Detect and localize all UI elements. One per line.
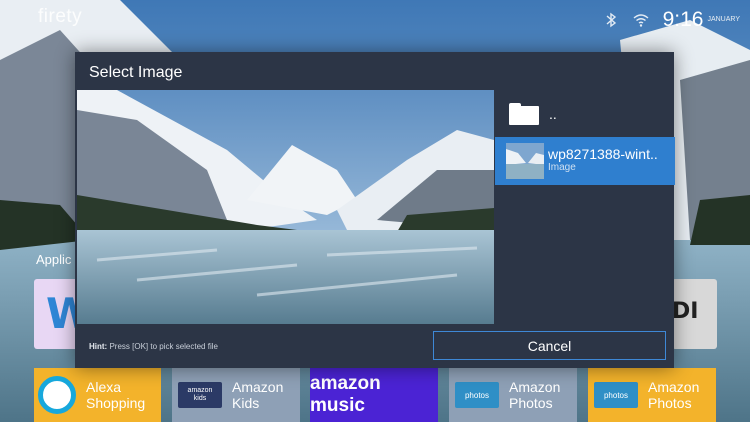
row-label: Applic [36,252,72,267]
amazon-music-logo: amazon music [310,373,381,416]
dialog-title: Select Image [89,64,183,81]
tile-label-line2: Photos [509,395,553,411]
app-tile-left[interactable]: W [34,279,78,349]
bluetooth-icon [606,12,616,28]
amazon-photos-icon: photos [594,382,638,408]
hint-message: Press [OK] to pick selected file [109,342,218,351]
clock-date: JANUARY [707,16,740,23]
tile-label-line1: Amazon [509,379,561,395]
app-tile-kodi[interactable]: DI [672,279,717,349]
app-tile-amazon-music[interactable]: amazon music [310,368,438,422]
select-image-dialog: Select Image .. wp8271388-wint.. Image H… [75,52,675,368]
app-tile-alexa-shopping[interactable]: Alexa Shopping [34,368,161,422]
app-row: Alexa Shopping amazon kids Amazon Kids a… [0,368,750,422]
status-bar: 9:16 JANUARY [603,0,750,40]
folder-icon [509,103,539,125]
kids-badge-top: amazon [187,387,213,394]
tile-label-line2: Photos [648,395,692,411]
cancel-button[interactable]: Cancel [433,331,666,360]
kids-badge-bottom: kids [193,395,207,402]
wifi-icon [633,14,649,27]
amazon-photos-icon: photos [455,382,499,408]
image-thumbnail [506,143,544,179]
file-list: .. wp8271388-wint.. Image [495,90,675,324]
amazon-kids-icon: amazon kids [178,382,222,408]
app-tile-left-logo: W [46,289,78,338]
parent-directory-label: .. [549,106,557,122]
file-item-selected[interactable]: wp8271388-wint.. Image [495,137,675,185]
parent-directory-item[interactable]: .. [495,90,675,138]
file-name: wp8271388-wint.. [548,147,658,162]
hint-label: Hint: [89,342,108,351]
file-type: Image [548,162,576,173]
tile-label-line2: Shopping [86,395,146,411]
app-tile-kodi-logo: DI [672,299,699,324]
tile-label-line2: Kids [232,395,260,411]
app-logo: firety [38,6,83,27]
alexa-icon [38,376,76,414]
tile-label-line1: Amazon [232,379,284,395]
photos-badge-text: photos [464,390,490,400]
app-tile-amazon-kids[interactable]: amazon kids Amazon Kids [172,368,300,422]
hint-text: Hint: Press [OK] to pick selected file [89,342,218,351]
image-preview [77,90,494,324]
tile-label-line1: Amazon [648,379,700,395]
clock-time: 9:16 [662,8,704,31]
app-tile-amazon-photos[interactable]: photos Amazon Photos [449,368,577,422]
photos-badge-text: photos [603,390,629,400]
tile-label-line1: Alexa [86,379,122,395]
app-tile-amazon-photos-2[interactable]: photos Amazon Photos [588,368,716,422]
